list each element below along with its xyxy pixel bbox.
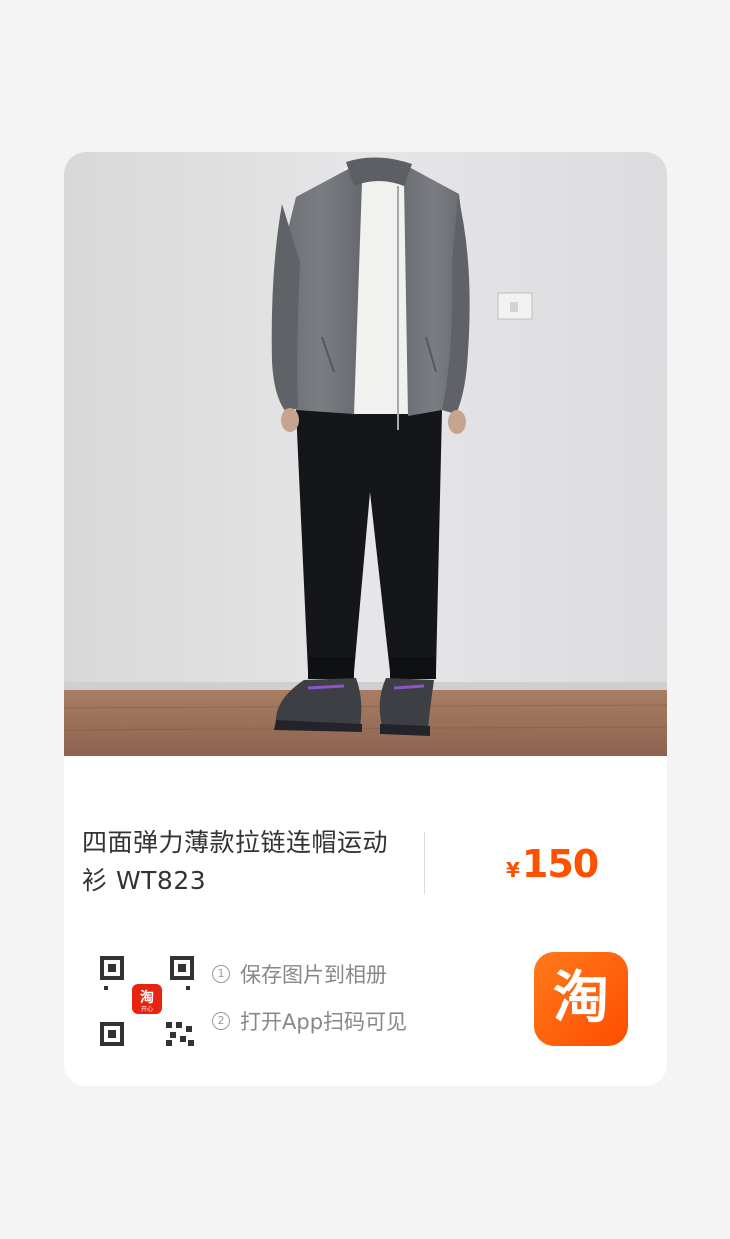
product-price: ¥150 (506, 842, 599, 886)
taobao-app-button[interactable]: 淘 (534, 952, 628, 1046)
step-text: 保存图片到相册 (240, 963, 387, 987)
qr-logo-text: 淘 (140, 989, 154, 1006)
scan-instructions: 1 保存图片到相册 2 打开App扫码可见 (212, 959, 407, 1053)
product-photo[interactable] (64, 152, 667, 756)
step-number: 1 (212, 965, 230, 983)
step-save-image: 1 保存图片到相册 (212, 959, 407, 989)
taobao-glyph: 淘 (553, 966, 609, 1031)
currency-symbol: ¥ (506, 858, 520, 882)
qr-code-icon[interactable]: 淘 开心 (100, 952, 194, 1046)
divider (424, 832, 425, 894)
price-value: 150 (521, 842, 599, 886)
step-text: 打开App扫码可见 (240, 1010, 408, 1034)
qr-logo-subtext: 开心 (141, 1006, 153, 1013)
product-photo-illustration (64, 152, 667, 756)
step-open-app: 2 打开App扫码可见 (212, 1006, 407, 1036)
step-number: 2 (212, 1012, 230, 1030)
share-card: 四面弹力薄款拉链连帽运动衫 WT823 ¥150 淘 开心 1 保存图片到相册 … (64, 152, 667, 1086)
product-title: 四面弹力薄款拉链连帽运动衫 WT823 (82, 828, 389, 895)
